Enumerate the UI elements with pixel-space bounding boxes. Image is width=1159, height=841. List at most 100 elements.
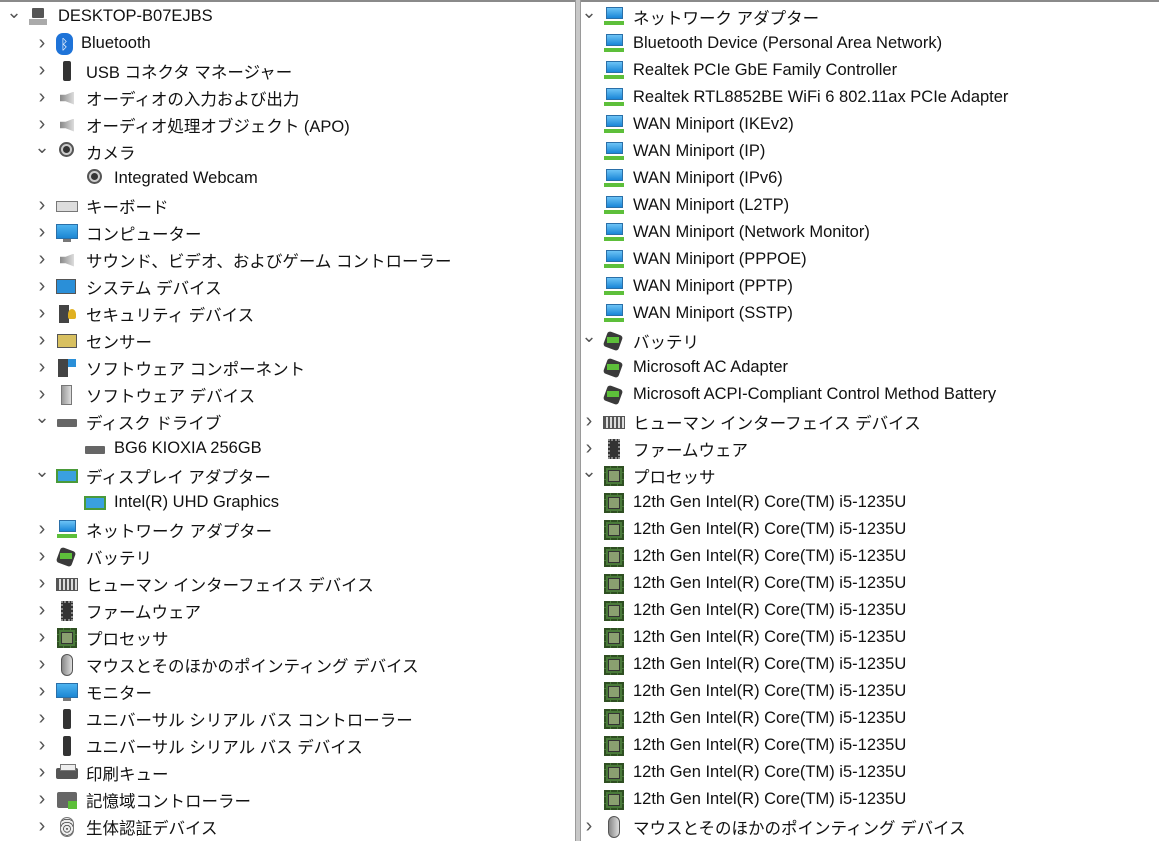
tree-device[interactable]: WAN Miniport (Network Monitor) bbox=[581, 219, 1159, 246]
chevron-right-icon[interactable]: › bbox=[34, 356, 50, 378]
chevron-right-icon[interactable]: › bbox=[34, 86, 50, 108]
tree-device[interactable]: WAN Miniport (IPv6) bbox=[581, 165, 1159, 192]
tree-category[interactable]: › ヒューマン インターフェイス デバイス bbox=[0, 570, 575, 597]
tree-category[interactable]: › サウンド、ビデオ、およびゲーム コントローラー bbox=[0, 246, 575, 273]
chevron-right-icon[interactable]: › bbox=[34, 59, 50, 81]
chevron-right-icon[interactable]: › bbox=[34, 383, 50, 405]
tree-device[interactable]: 12th Gen Intel(R) Core(TM) i5-1235U bbox=[581, 786, 1159, 813]
chevron-down-icon[interactable]: ⌄ bbox=[34, 137, 50, 157]
tree-device[interactable]: WAN Miniport (L2TP) bbox=[581, 192, 1159, 219]
chevron-right-icon[interactable]: › bbox=[34, 302, 50, 324]
tree-category[interactable]: › USB コネクタ マネージャー bbox=[0, 57, 575, 84]
tree-device[interactable]: Bluetooth Device (Personal Area Network) bbox=[581, 30, 1159, 57]
tree-category[interactable]: › ユニバーサル シリアル バス デバイス bbox=[0, 732, 575, 759]
tree-device[interactable]: Realtek PCIe GbE Family Controller bbox=[581, 57, 1159, 84]
chevron-right-icon[interactable]: › bbox=[581, 410, 597, 432]
tree-device[interactable]: Integrated Webcam bbox=[0, 165, 575, 192]
chevron-right-icon[interactable]: › bbox=[34, 761, 50, 783]
tree-category[interactable]: › ネットワーク アダプター bbox=[0, 516, 575, 543]
tree-device[interactable]: 12th Gen Intel(R) Core(TM) i5-1235U bbox=[581, 651, 1159, 678]
chevron-right-icon[interactable]: › bbox=[34, 248, 50, 270]
tree-device[interactable]: Realtek RTL8852BE WiFi 6 802.11ax PCIe A… bbox=[581, 84, 1159, 111]
chevron-right-icon[interactable]: › bbox=[34, 626, 50, 648]
device-tree-left[interactable]: ⌄ DESKTOP-B07EJBS › Bluetooth › USB コネクタ マネージ… bbox=[0, 3, 575, 841]
tree-device[interactable]: 12th Gen Intel(R) Core(TM) i5-1235U bbox=[581, 732, 1159, 759]
tree-category[interactable]: › マウスとそのほかのポインティング デバイス bbox=[0, 651, 575, 678]
chevron-right-icon[interactable]: › bbox=[34, 545, 50, 567]
tree-device[interactable]: Intel(R) UHD Graphics bbox=[0, 489, 575, 516]
tree-device[interactable]: Microsoft ACPI-Compliant Control Method … bbox=[581, 381, 1159, 408]
chevron-right-icon[interactable]: › bbox=[34, 599, 50, 621]
tree-category[interactable]: › セキュリティ デバイス bbox=[0, 300, 575, 327]
tree-category[interactable]: › ソフトウェア デバイス bbox=[0, 381, 575, 408]
chevron-right-icon[interactable]: › bbox=[34, 32, 50, 54]
tree-device[interactable]: WAN Miniport (SSTP) bbox=[581, 300, 1159, 327]
tree-device[interactable]: 12th Gen Intel(R) Core(TM) i5-1235U bbox=[581, 516, 1159, 543]
chevron-right-icon[interactable]: › bbox=[34, 788, 50, 810]
tree-category[interactable]: › バッテリ bbox=[0, 543, 575, 570]
chevron-right-icon[interactable]: › bbox=[581, 437, 597, 459]
tree-category[interactable]: › ソフトウェア コンポーネント bbox=[0, 354, 575, 381]
tree-device[interactable]: Microsoft AC Adapter bbox=[581, 354, 1159, 381]
tree-device[interactable]: 12th Gen Intel(R) Core(TM) i5-1235U bbox=[581, 570, 1159, 597]
tree-category[interactable]: › コンピューター bbox=[0, 219, 575, 246]
chevron-right-icon[interactable]: › bbox=[34, 221, 50, 243]
tree-category[interactable]: › モニター bbox=[0, 678, 575, 705]
tree-category[interactable]: › オーディオ処理オブジェクト (APO) bbox=[0, 111, 575, 138]
tree-device[interactable]: 12th Gen Intel(R) Core(TM) i5-1235U bbox=[581, 597, 1159, 624]
tree-category[interactable]: › ファームウェア bbox=[0, 597, 575, 624]
tree-category[interactable]: ⌄ バッテリ bbox=[581, 326, 1159, 354]
chevron-down-icon[interactable]: ⌄ bbox=[581, 3, 597, 22]
chevron-down-icon[interactable]: ⌄ bbox=[581, 461, 597, 481]
tree-category[interactable]: ⌄ プロセッサ bbox=[581, 461, 1159, 489]
chevron-down-icon[interactable]: ⌄ bbox=[34, 407, 50, 427]
tree-category[interactable]: › ユニバーサル シリアル バス コントローラー bbox=[0, 705, 575, 732]
tree-device[interactable]: 12th Gen Intel(R) Core(TM) i5-1235U bbox=[581, 489, 1159, 516]
tree-item-label: ヒューマン インターフェイス デバイス bbox=[86, 576, 374, 595]
device-tree-right[interactable]: ⌄ ネットワーク アダプター Bluetooth Device (Personal … bbox=[581, 3, 1159, 841]
tree-device[interactable]: WAN Miniport (PPPOE) bbox=[581, 246, 1159, 273]
chevron-right-icon[interactable]: › bbox=[34, 815, 50, 837]
tree-device[interactable]: WAN Miniport (PPTP) bbox=[581, 273, 1159, 300]
tree-category[interactable]: › ヒューマン インターフェイス デバイス bbox=[581, 408, 1159, 435]
chevron-right-icon[interactable]: › bbox=[34, 572, 50, 594]
tree-category[interactable]: › マウスとそのほかのポインティング デバイス bbox=[581, 813, 1159, 840]
tree-category[interactable]: › センサー bbox=[0, 327, 575, 354]
tree-category[interactable]: ⌄ カメラ bbox=[0, 137, 575, 165]
chevron-right-icon[interactable]: › bbox=[34, 194, 50, 216]
tree-category[interactable]: ⌄ ディスク ドライブ bbox=[0, 407, 575, 435]
tree-category[interactable]: ⌄ ネットワーク アダプター bbox=[581, 3, 1159, 30]
tree-category[interactable]: › オーディオの入力および出力 bbox=[0, 84, 575, 111]
chevron-down-icon[interactable]: ⌄ bbox=[34, 461, 50, 481]
tree-device[interactable]: 12th Gen Intel(R) Core(TM) i5-1235U bbox=[581, 705, 1159, 732]
tree-category[interactable]: ⌄ ディスプレイ アダプター bbox=[0, 461, 575, 489]
tree-root[interactable]: ⌄ DESKTOP-B07EJBS bbox=[0, 3, 575, 30]
chevron-right-icon[interactable]: › bbox=[34, 653, 50, 675]
chevron-down-icon[interactable]: ⌄ bbox=[581, 326, 597, 346]
monitor-icon bbox=[56, 681, 78, 703]
tree-device[interactable]: BG6 KIOXIA 256GB bbox=[0, 435, 575, 462]
tree-category[interactable]: › Bluetooth bbox=[0, 30, 575, 57]
tree-device[interactable]: 12th Gen Intel(R) Core(TM) i5-1235U bbox=[581, 759, 1159, 786]
chevron-right-icon[interactable]: › bbox=[581, 815, 597, 837]
tree-category[interactable]: › システム デバイス bbox=[0, 273, 575, 300]
tree-device[interactable]: 12th Gen Intel(R) Core(TM) i5-1235U bbox=[581, 678, 1159, 705]
chevron-right-icon[interactable]: › bbox=[34, 734, 50, 756]
tree-device[interactable]: WAN Miniport (IP) bbox=[581, 138, 1159, 165]
chevron-right-icon[interactable]: › bbox=[34, 518, 50, 540]
chevron-down-icon[interactable]: ⌄ bbox=[6, 3, 22, 22]
tree-category[interactable]: › 生体認証デバイス bbox=[0, 813, 575, 840]
chevron-right-icon[interactable]: › bbox=[34, 329, 50, 351]
chevron-right-icon[interactable]: › bbox=[34, 680, 50, 702]
tree-device[interactable]: 12th Gen Intel(R) Core(TM) i5-1235U bbox=[581, 624, 1159, 651]
chevron-right-icon[interactable]: › bbox=[34, 707, 50, 729]
tree-category[interactable]: › プロセッサ bbox=[0, 624, 575, 651]
tree-category[interactable]: › ファームウェア bbox=[581, 435, 1159, 462]
tree-device[interactable]: WAN Miniport (IKEv2) bbox=[581, 111, 1159, 138]
chevron-right-icon[interactable]: › bbox=[34, 113, 50, 135]
tree-category[interactable]: › 記憶域コントローラー bbox=[0, 786, 575, 813]
chevron-right-icon[interactable]: › bbox=[34, 275, 50, 297]
tree-device[interactable]: 12th Gen Intel(R) Core(TM) i5-1235U bbox=[581, 543, 1159, 570]
tree-category[interactable]: › 印刷キュー bbox=[0, 759, 575, 786]
tree-category[interactable]: › キーボード bbox=[0, 192, 575, 219]
